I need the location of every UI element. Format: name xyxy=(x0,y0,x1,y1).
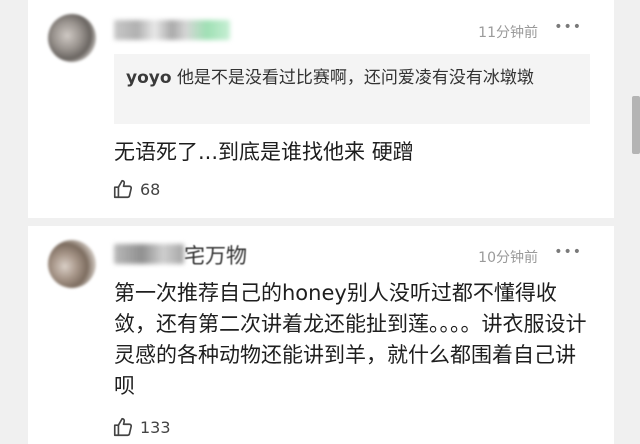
like-count: 133 xyxy=(140,417,171,437)
comment-text: 无语死了...到底是谁找他来 硬蹭 xyxy=(114,140,414,164)
comment-card: 11分钟前 ••• yoyo 他是不是没看过比赛啊，还问爱凌有没有冰墩墩 无语死… xyxy=(28,0,614,218)
blurred-username[interactable] xyxy=(114,244,184,264)
blurred-username[interactable] xyxy=(114,20,230,40)
comment-timestamp: 10分钟前 xyxy=(478,250,538,266)
comment-text: 第一次推荐自己的honey别人没听过都不懂得收敛，还有第二次讲着龙还能扯到莲。。… xyxy=(114,281,587,398)
thumbs-up-icon xyxy=(112,416,134,438)
scrollbar[interactable] xyxy=(632,96,640,154)
like-count: 68 xyxy=(140,179,161,199)
quote-username: yoyo xyxy=(126,68,172,88)
comment-card: 宅万物 10分钟前 ••• 第一次推荐自己的honey别人没听过都不懂得收敛，还… xyxy=(28,226,614,444)
comment-timestamp: 11分钟前 xyxy=(478,25,538,41)
avatar[interactable] xyxy=(48,240,96,288)
like-button[interactable]: 68 xyxy=(112,178,160,200)
avatar[interactable] xyxy=(48,14,96,62)
like-button[interactable]: 133 xyxy=(112,416,171,438)
more-options-icon[interactable]: ••• xyxy=(554,244,582,260)
thumbs-up-icon xyxy=(112,178,134,200)
quoted-reply[interactable]: yoyo 他是不是没看过比赛啊，还问爱凌有没有冰墩墩 xyxy=(114,54,590,124)
username-partial[interactable]: 宅万物 xyxy=(184,240,247,270)
quote-body: 他是不是没看过比赛啊，还问爱凌有没有冰墩墩 xyxy=(176,68,534,88)
quote-text-block: yoyo 他是不是没看过比赛啊，还问爱凌有没有冰墩墩 xyxy=(126,65,584,91)
more-options-icon[interactable]: ••• xyxy=(554,19,582,35)
